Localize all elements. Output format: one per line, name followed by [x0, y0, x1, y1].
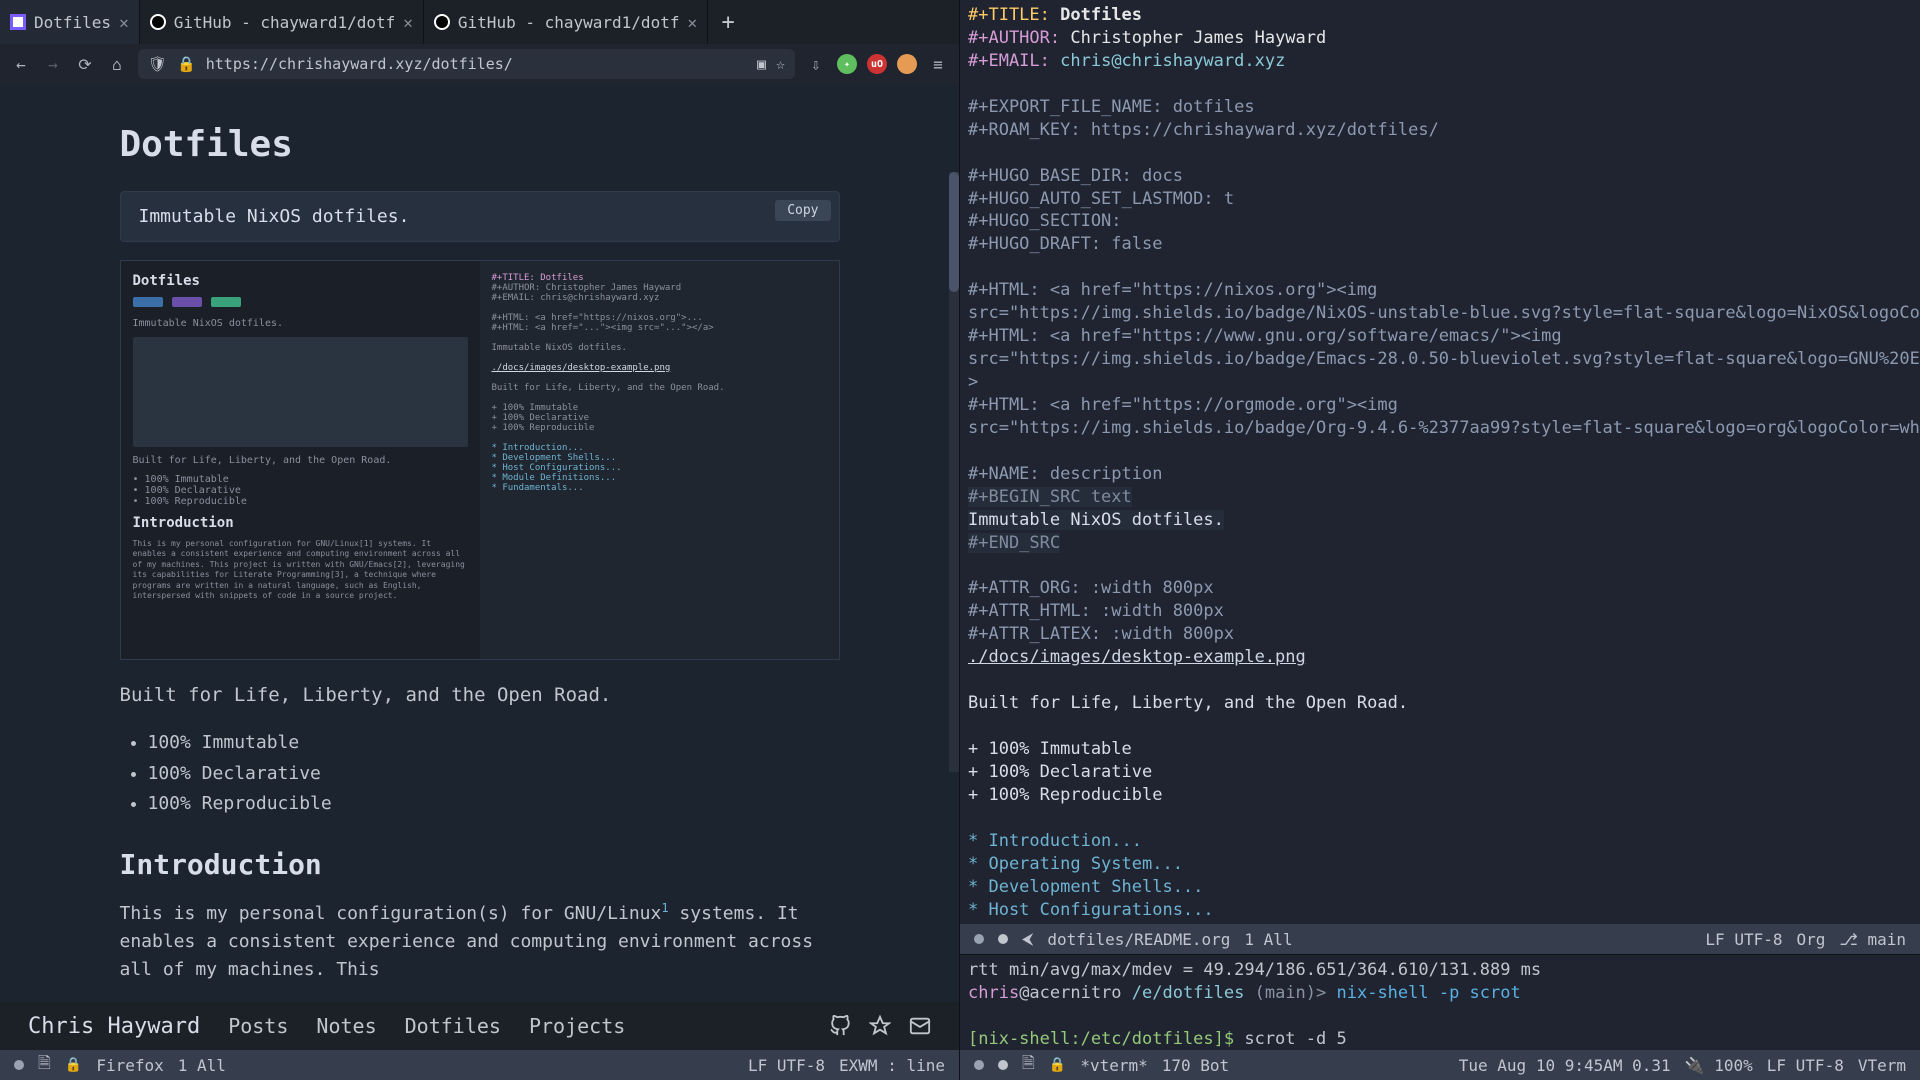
modeline-dot	[998, 934, 1008, 944]
git-branch: ⎇ main	[1839, 930, 1906, 949]
ublock-icon[interactable]: uO	[867, 54, 887, 74]
major-mode: EXWM : line	[839, 1056, 945, 1075]
scrollbar[interactable]	[949, 172, 959, 772]
screenshot-intro: Introduction	[133, 515, 468, 531]
nav-projects[interactable]: Projects	[529, 1014, 625, 1038]
tab-label: Dotfiles	[34, 13, 111, 32]
tab-github-2[interactable]: GitHub - chayward1/dotf ✕	[424, 0, 708, 44]
tab-label: GitHub - chayward1/dotf	[174, 13, 396, 32]
site-nav: Chris Hayward Posts Notes Dotfiles Proje…	[0, 1002, 959, 1050]
encoding: LF UTF-8	[1705, 930, 1782, 949]
battery: 🔌 100%	[1685, 1056, 1753, 1075]
buffer-name: Firefox	[96, 1056, 163, 1075]
github-icon[interactable]	[829, 1015, 851, 1037]
nav-notes[interactable]: Notes	[316, 1014, 376, 1038]
site-brand[interactable]: Chris Hayward	[28, 1014, 200, 1039]
file-icon: 🗎	[38, 1052, 51, 1079]
buffer-path: dotfiles/README.org	[1047, 930, 1230, 949]
intro-paragraph: This is my personal configuration(s) for…	[120, 899, 840, 984]
nav-posts[interactable]: Posts	[228, 1014, 288, 1038]
screenshot-tag: Built for Life, Liberty, and the Open Ro…	[133, 455, 468, 466]
arrow-icon: ⮜	[1022, 929, 1033, 949]
lock-icon: 🔒	[1049, 1057, 1066, 1073]
bookmark-icon[interactable]: ☆	[776, 55, 785, 73]
reader-icon[interactable]: ▣	[757, 55, 766, 73]
org-buffer[interactable]: #+TITLE: Dotfiles #+AUTHOR: Christopher …	[960, 0, 1920, 924]
modeline-dot	[998, 1060, 1008, 1070]
reload-button[interactable]: ⟳	[74, 53, 96, 75]
shield-icon: 🛡	[148, 55, 167, 73]
nav-dotfiles[interactable]: Dotfiles	[405, 1014, 501, 1038]
section-heading: Introduction	[120, 848, 840, 881]
menu-icon[interactable]: ≡	[927, 53, 949, 75]
close-icon[interactable]: ✕	[403, 13, 413, 32]
list-item: 100% Immutable	[148, 728, 840, 759]
modeline-dot	[974, 1060, 984, 1070]
list-item: 100% Reproducible	[148, 789, 840, 820]
tab-dotfiles[interactable]: Dotfiles ✕	[0, 0, 140, 44]
close-icon[interactable]: ✕	[119, 13, 129, 32]
left-modeline: 🗎 🔒 Firefox 1 All LF UTF-8 EXWM : line	[0, 1050, 959, 1080]
lock-icon: 🔒	[177, 55, 196, 73]
pocket-icon[interactable]: ⇩	[805, 53, 827, 75]
url-bar[interactable]: 🛡 🔒 https://chrishayward.xyz/dotfiles/ ▣…	[138, 49, 795, 79]
copy-button[interactable]: Copy	[775, 200, 830, 221]
clock: Tue Aug 10 9:45AM 0.31	[1459, 1056, 1671, 1075]
screenshot-sub: Immutable NixOS dotfiles.	[133, 318, 468, 329]
buffer-pos: 1 All	[1244, 930, 1292, 949]
lock-icon: 🔒	[65, 1057, 82, 1073]
screenshot-title: Dotfiles	[133, 273, 468, 289]
major-mode: VTerm	[1858, 1056, 1906, 1075]
modeline-dot	[974, 934, 984, 944]
codebox-text: Immutable NixOS dotfiles.	[139, 206, 410, 227]
github-icon	[150, 14, 166, 30]
browser-tabs: Dotfiles ✕ GitHub - chayward1/dotf ✕ Git…	[0, 0, 959, 44]
url-bar-row: ← → ⟳ ⌂ 🛡 🔒 https://chrishayward.xyz/dot…	[0, 44, 959, 84]
forward-button[interactable]: →	[42, 53, 64, 75]
encoding: LF UTF-8	[1767, 1056, 1844, 1075]
gitlab-icon[interactable]	[869, 1015, 891, 1037]
mail-icon[interactable]	[909, 1015, 931, 1037]
major-mode: Org	[1796, 930, 1825, 949]
list-item: 100% Declarative	[148, 759, 840, 790]
description-codebox: Immutable NixOS dotfiles. Copy	[120, 191, 840, 242]
close-icon[interactable]: ✕	[687, 13, 697, 32]
buffer-pos: 170 Bot	[1162, 1056, 1229, 1075]
github-icon	[434, 14, 450, 30]
page-title: Dotfiles	[120, 124, 840, 165]
tab-github-1[interactable]: GitHub - chayward1/dotf ✕	[140, 0, 424, 44]
feature-list: 100% Immutable 100% Declarative 100% Rep…	[120, 728, 840, 820]
tagline: Built for Life, Liberty, and the Open Ro…	[120, 684, 840, 706]
tab-label: GitHub - chayward1/dotf	[458, 13, 680, 32]
buffer-name: *vterm*	[1080, 1056, 1147, 1075]
org-modeline: ⮜ dotfiles/README.org 1 All LF UTF-8 Org…	[960, 924, 1920, 954]
file-icon: 🗎	[1022, 1052, 1035, 1079]
vterm-modeline: 🗎 🔒 *vterm* 170 Bot Tue Aug 10 9:45AM 0.…	[960, 1050, 1920, 1080]
back-button[interactable]: ←	[10, 53, 32, 75]
screenshot-image: Dotfiles Immutable NixOS dotfiles. Built…	[120, 260, 840, 660]
favicon-icon	[10, 14, 26, 30]
vterm-buffer[interactable]: rtt min/avg/max/mdev = 49.294/186.651/36…	[960, 954, 1920, 1050]
buffer-pos: 1 All	[178, 1056, 226, 1075]
modeline-dot	[14, 1060, 24, 1070]
page-content: Dotfiles Immutable NixOS dotfiles. Copy …	[0, 84, 959, 1002]
url-text: https://chrishayward.xyz/dotfiles/	[206, 55, 747, 73]
extension-icon[interactable]	[897, 54, 917, 74]
home-button[interactable]: ⌂	[106, 53, 128, 75]
extension-icon[interactable]: ✦	[837, 54, 857, 74]
screenshot-para: This is my personal configuration for GN…	[133, 539, 468, 601]
encoding: LF UTF-8	[748, 1056, 825, 1075]
new-tab-button[interactable]: +	[708, 10, 748, 35]
